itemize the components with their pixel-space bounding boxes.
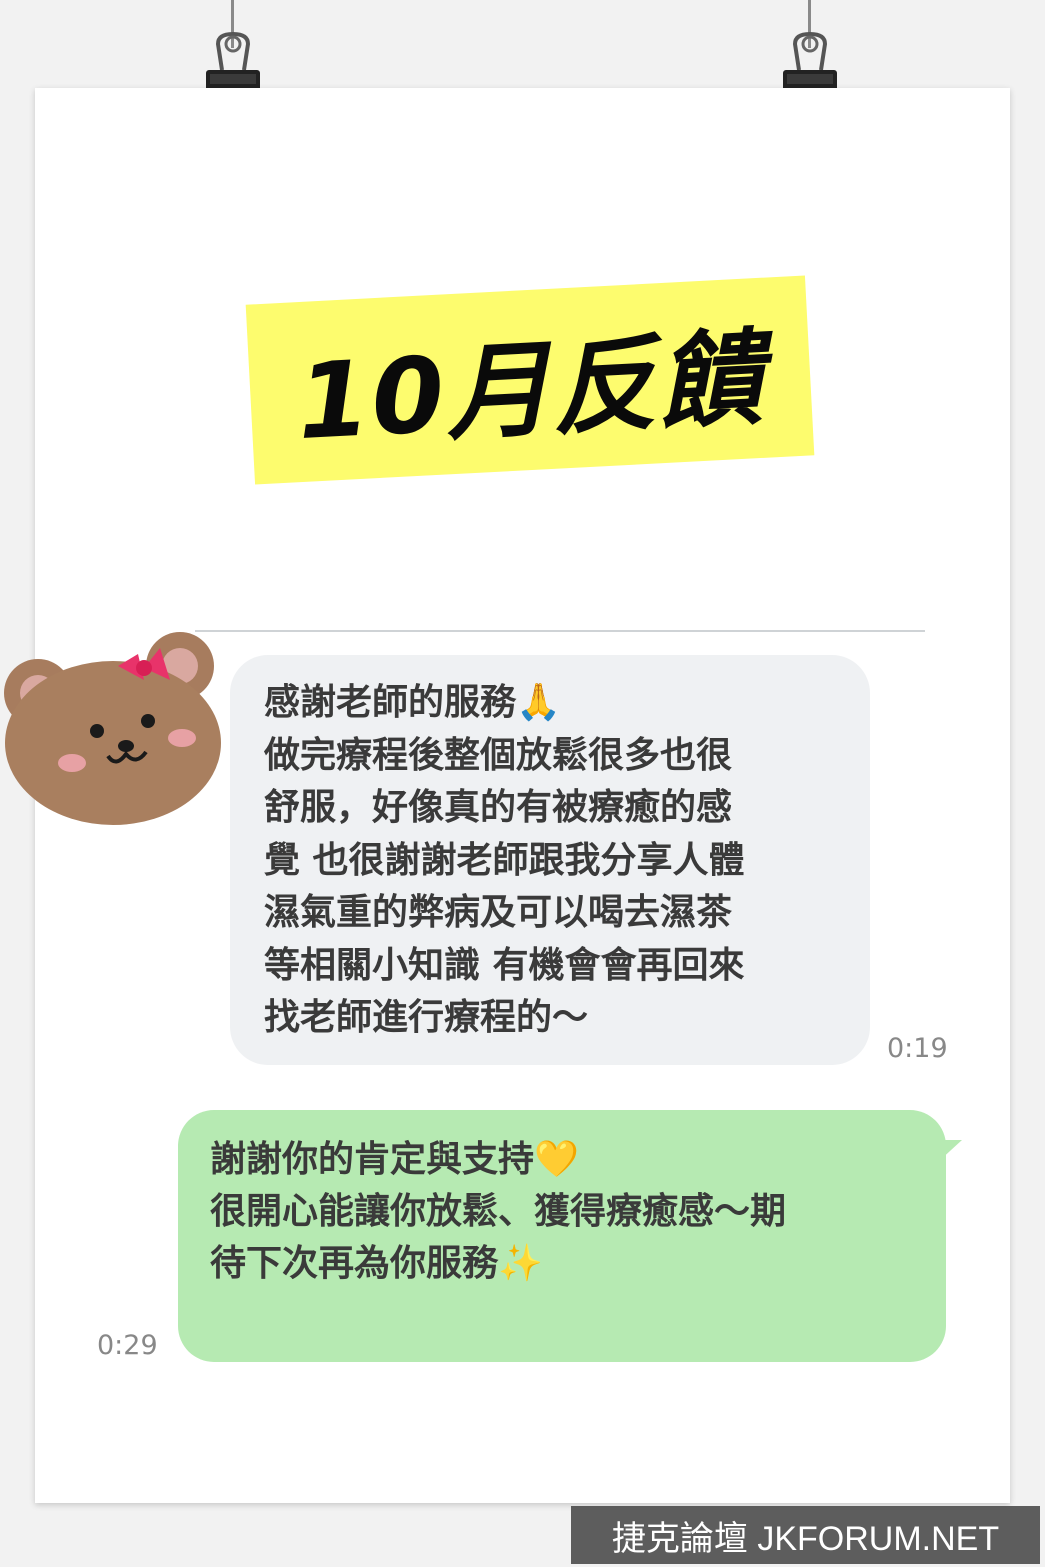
bear-avatar-icon[interactable] [0,628,225,833]
divider [195,630,925,632]
watermark: 捷克論壇 JKFORUM.NET [571,1506,1040,1564]
outgoing-message-bubble[interactable]: 謝謝你的肯定與支持💛 很開心能讓你放鬆、獲得療癒感～期 待下次再為你服務✨ [178,1110,962,1362]
incoming-message-time: 0:19 [887,1033,948,1064]
bubble-tail [938,1140,962,1162]
outgoing-message-text: 謝謝你的肯定與支持💛 很開心能讓你放鬆、獲得療癒感～期 待下次再為你服務✨ [210,1139,787,1284]
page-title: 10月反饋 [294,316,767,463]
outgoing-message-time: 0:29 [97,1330,158,1361]
incoming-message-bubble[interactable]: 感謝老師的服務🙏 做完療程後整個放鬆很多也很 舒服，好像真的有被療癒的感 覺 也… [230,655,870,1065]
incoming-message-text: 感謝老師的服務🙏 做完療程後整個放鬆很多也很 舒服，好像真的有被療癒的感 覺 也… [264,682,745,1038]
